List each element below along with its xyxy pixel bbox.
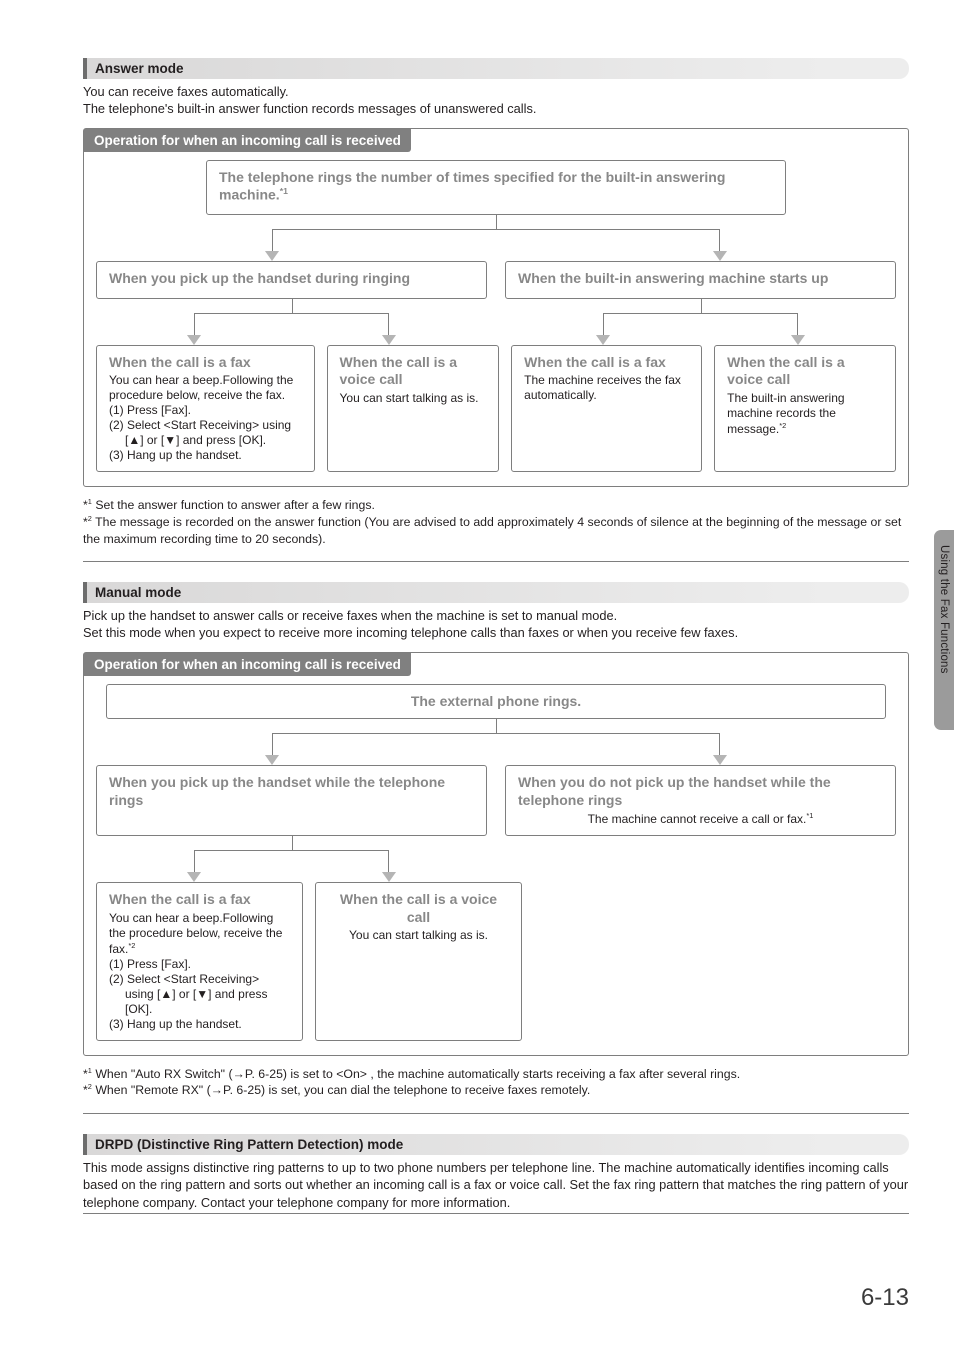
text: The telephone's built-in answer function…	[83, 101, 536, 116]
flow-node-top: The external phone rings.	[106, 684, 886, 720]
heading-drpd-mode: DRPD (Distinctive Ring Pattern Detection…	[83, 1134, 909, 1155]
footnote-ref: *2	[779, 421, 786, 430]
node-heading: When you pick up the handset while the t…	[109, 774, 474, 809]
manual-footnotes: *1 When "Auto RX Switch" (→P. 6-25) is s…	[83, 1066, 909, 1114]
footnote-ref: *2	[128, 941, 135, 950]
answer-footnotes: *1 Set the answer function to answer aft…	[83, 497, 909, 562]
node-body: You can start talking as is.	[340, 391, 487, 406]
spacer	[505, 836, 896, 882]
footnote: When "Remote RX" (	[92, 1083, 211, 1097]
side-tab-label: Using the Fax Functions	[938, 545, 950, 674]
node-heading: When you pick up the handset during ring…	[109, 270, 474, 288]
node-heading: When the call is a fax	[109, 354, 302, 372]
footnote: P. 6-25) is set, you can dial the teleph…	[223, 1083, 590, 1097]
flow-node-top: The telephone rings the number of times …	[206, 160, 786, 216]
flow-node-leaf: When the call is a voice call The built-…	[714, 345, 896, 473]
node-body: The built-in answering machine records t…	[727, 391, 883, 437]
flow-node-leaf: When the call is a fax The machine recei…	[511, 345, 702, 473]
node-body: You can start talking as is.	[328, 928, 509, 943]
answer-intro: You can receive faxes automatically. The…	[83, 83, 909, 118]
flow-node: When you do not pick up the handset whil…	[505, 765, 896, 836]
node-heading: When the built-in answering machine star…	[518, 270, 883, 288]
flow-tab-label: Operation for when an incoming call is r…	[84, 653, 411, 676]
heading-manual-mode: Manual mode	[83, 582, 909, 603]
heading-answer-mode: Answer mode	[83, 58, 909, 79]
node-body: The machine receives the fax automatical…	[524, 373, 689, 403]
footnote: Set the answer function to answer after …	[92, 498, 375, 512]
spacer	[534, 882, 896, 1041]
flow-node-leaf: When the call is a fax You can hear a be…	[96, 345, 315, 473]
flow-node: When the built-in answering machine star…	[505, 261, 896, 299]
node-heading: When the call is a fax	[524, 354, 689, 372]
flow-node: When you pick up the handset during ring…	[96, 261, 487, 299]
flow-row-2: When you pick up the handset during ring…	[96, 261, 896, 299]
flow-row-3: When the call is a fax You can hear a be…	[96, 882, 896, 1041]
footnote: When "Auto RX Switch" (	[92, 1067, 233, 1081]
connector-row	[96, 836, 896, 882]
text: (1) Press [Fax].	[109, 957, 191, 971]
connector	[96, 215, 896, 261]
connector	[96, 299, 487, 345]
flow-row-2: When you pick up the handset while the t…	[96, 765, 896, 836]
flow-node-leaf: When the call is a fax You can hear a be…	[96, 882, 303, 1041]
footnote-ref: *1	[806, 811, 813, 820]
manual-intro: Pick up the handset to answer calls or r…	[83, 607, 909, 642]
node-heading: The telephone rings the number of times …	[219, 169, 773, 205]
flow-node-leaf: When the call is a voice call You can st…	[315, 882, 522, 1041]
connector-row	[96, 299, 896, 345]
flow-tab-label: Operation for when an incoming call is r…	[84, 129, 411, 152]
flow-row-3: When the call is a fax You can hear a be…	[96, 345, 896, 473]
node-body: You can hear a beep.Following the proced…	[109, 373, 302, 463]
node-heading: When you do not pick up the handset whil…	[518, 774, 883, 809]
text: You can hear a beep.Following the proced…	[109, 373, 293, 402]
node-heading: The external phone rings.	[119, 693, 873, 711]
footnote: P. 6-25) is set to <On> , the machine au…	[245, 1067, 740, 1081]
page-number: 6-13	[861, 1284, 909, 1312]
text: You can receive faxes automatically.	[83, 84, 289, 99]
flow-node-leaf: When the call is a voice call You can st…	[327, 345, 500, 473]
answer-flowchart: Operation for when an incoming call is r…	[83, 128, 909, 488]
footnote: The message is recorded on the answer fu…	[83, 515, 901, 546]
text: Set this mode when you expect to receive…	[83, 625, 738, 640]
text: Pick up the handset to answer calls or r…	[83, 608, 617, 623]
drpd-body: This mode assigns distinctive ring patte…	[83, 1159, 909, 1214]
node-body: The machine cannot receive a call or fax…	[518, 811, 883, 827]
manual-flowchart: Operation for when an incoming call is r…	[83, 652, 909, 1056]
connector	[96, 836, 487, 882]
connector	[96, 719, 896, 765]
node-heading: When the call is a voice call	[727, 354, 883, 389]
text: (2) Select <Start Receiving> using [▲] o…	[109, 418, 302, 448]
text: (3) Hang up the handset.	[109, 1017, 242, 1031]
connector	[505, 299, 896, 345]
text: (3) Hang up the handset.	[109, 448, 242, 462]
footnote-ref: *1	[280, 186, 288, 196]
text: The telephone rings the number of times …	[219, 169, 725, 203]
node-heading: When the call is a fax	[109, 891, 290, 909]
node-heading: When the call is a voice call	[328, 891, 509, 926]
text: (1) Press [Fax].	[109, 403, 191, 417]
node-heading: When the call is a voice call	[340, 354, 487, 389]
node-body: You can hear a beep.Following the proced…	[109, 911, 290, 1032]
text: (2) Select <Start Receiving> using [▲] o…	[109, 972, 290, 1017]
flow-node: When you pick up the handset while the t…	[96, 765, 487, 836]
text: The machine cannot receive a call or fax…	[588, 812, 807, 826]
